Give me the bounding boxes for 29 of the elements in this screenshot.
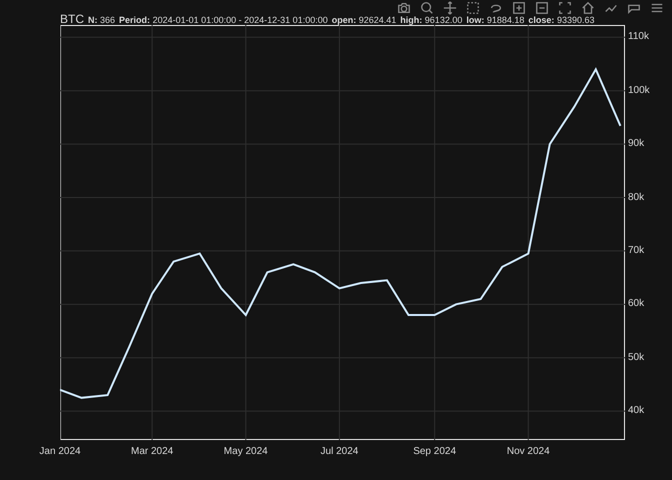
pan-icon[interactable] [443,1,457,15]
x-axis-label: Sep 2024 [413,445,456,459]
y-axis-label: 50k [628,352,644,364]
zoom-out-icon[interactable] [535,1,549,15]
stat-text: low: 91884.18 [466,15,524,26]
y-axis-label: 40k [628,405,644,418]
y-axis-label: 110k [628,31,649,44]
y-axis-label: 90k [628,138,644,150]
stat-text: close: 93390.63 [528,15,594,26]
zoom-in-icon[interactable] [512,1,526,15]
stat-text: open: 92624.41 [332,15,396,26]
zoom-icon[interactable] [420,1,434,15]
x-axis-label: Nov 2024 [506,445,550,459]
y-axis-label: 70k [628,244,644,257]
reset-icon[interactable] [581,1,595,15]
y-axis-label: 100k [628,84,650,97]
chart-title: BTC [60,14,84,25]
box-select-icon[interactable] [466,1,480,15]
stat-text: high: 96132.00 [400,15,462,26]
x-axis-label: Mar 2024 [130,445,174,459]
stat-text: N: 366 [88,15,116,26]
y-axis-label: 80k [628,192,644,204]
x-axis-label: Jan 2024 [39,445,81,459]
autoscale-icon[interactable] [558,1,572,15]
x-axis-label: Jul 2024 [320,445,358,459]
stat-text: Period: 2024-01-01 01:00:00 - 2024-12-31 01:00:00 [119,15,328,26]
camera-icon[interactable] [397,1,411,15]
x-axis-label: May 2024 [224,445,268,459]
y-axis-label: 60k [628,298,644,310]
